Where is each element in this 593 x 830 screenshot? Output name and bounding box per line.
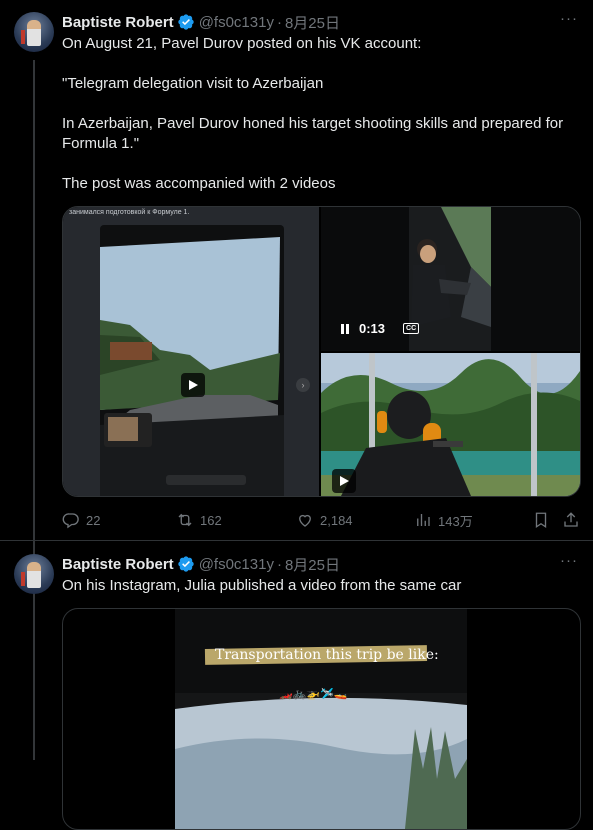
more-options-icon[interactable]: ··· [559, 11, 579, 32]
media-video[interactable]: Transportation this trip be like: 🏎️🚲🚁🛩️… [62, 608, 581, 830]
heart-icon [299, 514, 311, 527]
tweet-header: Baptiste Robert @fs0c131y · 8月25日 [62, 554, 340, 574]
repost-count: 162 [200, 512, 222, 528]
bookmark-button[interactable] [532, 510, 550, 530]
text-line: "Telegram delegation visit to Azerbaijan [62, 75, 324, 92]
video-left[interactable]: занимался подготовкой к Формуле 1. › [63, 207, 319, 496]
reply-icon [62, 513, 79, 529]
text-spacer [62, 94, 582, 114]
tweet-date[interactable]: 8月25日 [285, 554, 340, 575]
car-windshield-scene [175, 609, 467, 829]
pause-icon[interactable] [339, 323, 351, 335]
next-chevron-icon[interactable]: › [296, 378, 310, 392]
video-overlay-text: Transportation this trip be like: [215, 647, 439, 663]
reply-count: 22 [86, 512, 101, 528]
author-handle[interactable]: @fs0c131y [199, 14, 274, 31]
video-timestamp: 0:13 [359, 321, 386, 336]
text-spacer [62, 154, 582, 174]
repost-icon [178, 513, 192, 527]
play-button-icon[interactable] [181, 373, 205, 397]
share-icon [564, 512, 578, 527]
text-spacer [62, 54, 582, 74]
verified-badge-icon [178, 14, 194, 30]
thread-line [33, 60, 35, 760]
tweet-divider [0, 540, 593, 541]
captions-icon[interactable]: CC [403, 323, 420, 334]
separator-dot: · [276, 13, 282, 31]
bookmark-icon [535, 512, 547, 529]
verified-badge-icon [178, 556, 194, 572]
video-frame: Transportation this trip be like: 🏎️🚲🚁🛩️… [175, 609, 467, 829]
text-line: On his Instagram, Julia published a vide… [62, 577, 462, 594]
author-name[interactable]: Baptiste Robert [62, 556, 174, 573]
text-line: The post was accompanied with 2 videos [62, 175, 336, 192]
tweet-date[interactable]: 8月25日 [285, 12, 340, 33]
video-bottom-right[interactable] [321, 353, 580, 496]
tweet-actions: 22 162 2,184 143万 [62, 510, 582, 530]
tweet-header: Baptiste Robert @fs0c131y · 8月25日 [62, 12, 340, 32]
avatar[interactable] [14, 554, 54, 594]
media-grid: занимался подготовкой к Формуле 1. › 0:1… [62, 206, 581, 497]
shooting-scene [321, 353, 580, 496]
repost-button[interactable]: 162 [176, 510, 222, 530]
car-window-scene [100, 237, 284, 496]
separator-dot: · [276, 555, 282, 573]
like-button[interactable]: 2,184 [296, 510, 353, 530]
author-handle[interactable]: @fs0c131y [199, 556, 274, 573]
reply-button[interactable]: 22 [62, 510, 100, 530]
text-line: In Azerbaijan, Pavel Durov honed his tar… [62, 115, 564, 152]
emoji-row: 🏎️🚲🚁🛩️🚤 [279, 688, 348, 700]
tweet-text: On August 21, Pavel Durov posted on his … [62, 34, 582, 194]
more-options-icon[interactable]: ··· [559, 553, 579, 574]
video-top-right[interactable]: 0:13 CC [321, 207, 580, 351]
like-count: 2,184 [320, 512, 353, 528]
video-caption: занимался подготовкой к Формуле 1. [69, 209, 190, 216]
view-count: 143万 [438, 513, 473, 529]
text-line: On August 21, Pavel Durov posted on his … [62, 35, 422, 52]
play-button-icon[interactable] [332, 469, 356, 493]
views-chart-icon [417, 514, 430, 526]
avatar[interactable] [14, 12, 54, 52]
share-button[interactable] [562, 510, 580, 530]
video-controls: 0:13 CC [339, 321, 420, 336]
author-name[interactable]: Baptiste Robert [62, 14, 174, 31]
tweet-text: On his Instagram, Julia published a vide… [62, 576, 582, 596]
views-button[interactable]: 143万 [414, 510, 473, 530]
